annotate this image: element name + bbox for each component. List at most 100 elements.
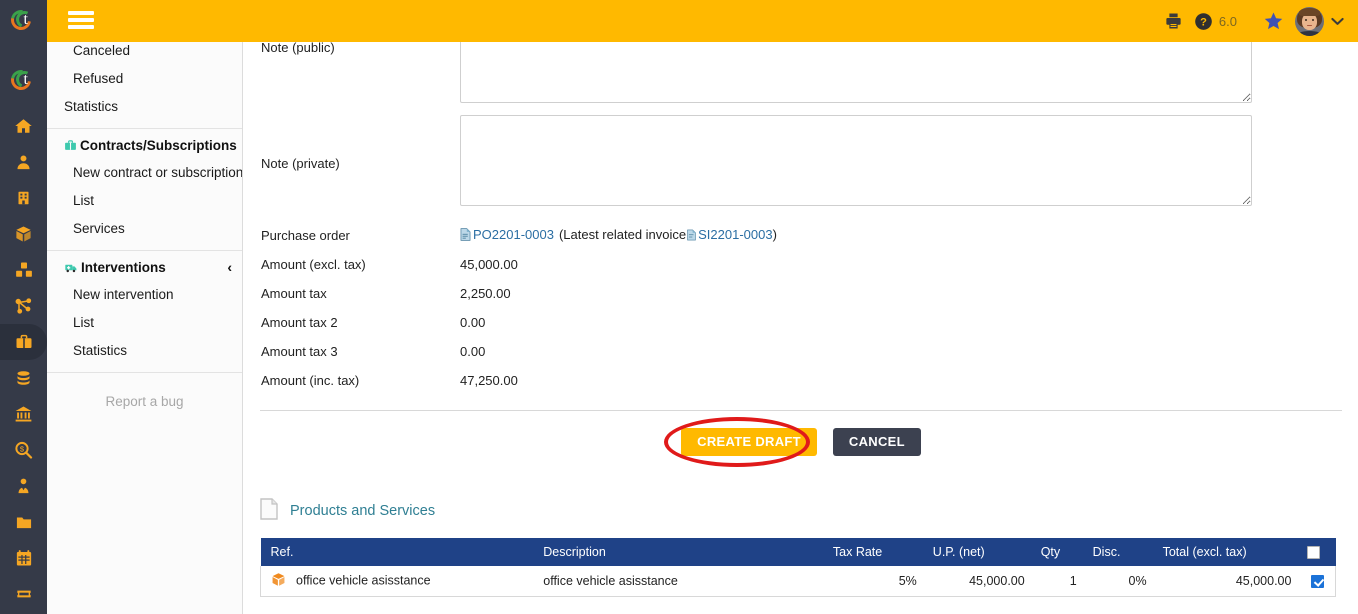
cell-tax-rate: 5% [824, 566, 925, 597]
note-public-value [460, 40, 1358, 106]
box-icon [16, 226, 31, 242]
cell-total-excl-tax: 45,000.00 [1154, 566, 1300, 597]
products-section-title[interactable]: Products and Services [290, 503, 435, 519]
folder-icon [16, 517, 31, 528]
note-public-row: Note (public) [244, 40, 1358, 106]
create-draft-button[interactable]: CREATE DRAFT [681, 428, 817, 456]
rail-item-home-icon[interactable] [0, 108, 47, 144]
amount-tax-value: 2,250.00 [460, 286, 511, 301]
document-icon-invoice [687, 229, 696, 244]
purchase-order-paren-open: (Latest related invoice [558, 227, 687, 242]
products-table-body: office vehicle asisstance office vehicle… [260, 566, 1336, 597]
rail-item-bank-icon[interactable] [0, 396, 47, 432]
cell-qty: 1 [1032, 566, 1085, 597]
help-icon[interactable]: ? [1191, 12, 1217, 31]
briefcase-icon [16, 334, 31, 348]
document-icon-section [260, 498, 278, 523]
sidebar-item-refused[interactable]: Refused [47, 65, 242, 93]
print-icon[interactable] [1157, 12, 1191, 30]
amount-excl-tax-row: Amount (excl. tax) 45,000.00 [244, 250, 1358, 279]
menu-toggle-button[interactable] [68, 9, 94, 31]
rail-item-briefcase-icon[interactable] [0, 324, 47, 360]
chevron-down-icon[interactable] [1331, 14, 1344, 29]
brand-logo-primary[interactable]: t [0, 0, 47, 40]
products-table: Ref. Description Tax Rate U.P. (net) Qty… [260, 538, 1336, 597]
sidebar-item-statistics[interactable]: Statistics [47, 93, 242, 121]
building-icon [18, 191, 29, 205]
amount-tax3-label: Amount tax 3 [261, 344, 338, 359]
col-tax-rate[interactable]: Tax Rate [824, 538, 925, 566]
note-private-input[interactable] [460, 115, 1252, 206]
sidebar-section-contracts-label: Contracts/Subscriptions [80, 137, 237, 153]
rail-item-money-stack-icon[interactable] [0, 360, 47, 396]
sidebar-item-new-intervention[interactable]: New intervention [47, 281, 242, 309]
cell-row-select [1299, 566, 1336, 597]
cell-unit-price: 45,000.00 [924, 566, 1033, 597]
chevron-left-icon[interactable]: ‹ [237, 137, 242, 153]
table-row[interactable]: office vehicle asisstance office vehicle… [260, 566, 1336, 597]
products-table-head: Ref. Description Tax Rate U.P. (net) Qty… [260, 538, 1336, 566]
rail-item-calendar-icon[interactable] [0, 540, 47, 576]
rail-item-box-icon[interactable] [0, 216, 47, 252]
svg-text:$: $ [20, 445, 25, 454]
chevron-left-icon-2[interactable]: ‹ [221, 259, 232, 275]
row-select-checkbox[interactable] [1310, 574, 1324, 588]
cell-description: office vehicle asisstance [535, 566, 825, 597]
interventions-icon [64, 261, 78, 274]
rail-item-project-share-icon[interactable] [0, 288, 47, 324]
sidebar-section-interventions[interactable]: Interventions ‹ [47, 251, 242, 281]
amount-excl-tax-label: Amount (excl. tax) [261, 257, 366, 272]
col-total-excl-tax[interactable]: Total (excl. tax) [1154, 538, 1300, 566]
products-section-header: Products and Services [244, 498, 1358, 523]
amount-tax2-label: Amount tax 2 [261, 315, 338, 330]
action-button-bar: CREATE DRAFT CANCEL [244, 417, 1358, 467]
rail-item-ticket-icon[interactable] [0, 576, 47, 612]
note-public-input[interactable] [460, 40, 1252, 103]
rail-item-money-search-icon[interactable]: $ [0, 432, 47, 468]
top-bar: ? 6.0 [47, 0, 1358, 42]
avatar[interactable] [1295, 6, 1324, 36]
invoice-ref-link[interactable]: SI2201-0003 [698, 227, 772, 242]
note-private-label: Note (private) [261, 156, 340, 171]
purchase-order-label: Purchase order [261, 228, 350, 243]
col-description[interactable]: Description [535, 538, 825, 566]
product-box-icon [271, 572, 286, 590]
col-select-all [1299, 538, 1336, 566]
col-qty[interactable]: Qty [1032, 538, 1085, 566]
amount-tax-label: Amount tax [261, 286, 327, 301]
note-private-row: Note (private) [244, 115, 1358, 209]
boxes-icon [15, 262, 32, 277]
money-search-icon: $ [15, 441, 33, 459]
col-discount[interactable]: Disc. [1084, 538, 1155, 566]
cell-ref: office vehicle asisstance [260, 566, 536, 597]
brand-logo-secondary[interactable]: t [0, 60, 47, 100]
rail-item-folder-icon[interactable] [0, 504, 47, 540]
sidebar-item-contracts-list[interactable]: List [47, 187, 242, 215]
col-unit-price[interactable]: U.P. (net) [924, 538, 1033, 566]
cancel-button[interactable]: CANCEL [832, 428, 921, 456]
rail-item-building-icon[interactable] [0, 180, 47, 216]
money-stack-icon [17, 371, 30, 385]
purchase-order-row: Purchase order PO2201-0003 (Latest relate… [244, 221, 1358, 250]
project-share-icon [15, 298, 32, 314]
sidebar-item-new-contract[interactable]: New contract or subscription [47, 159, 242, 187]
rail-item-boxes-icon[interactable] [0, 252, 47, 288]
rail-item-user-icon[interactable] [0, 144, 47, 180]
report-a-bug-link[interactable]: Report a bug [47, 373, 242, 409]
sidebar-item-interventions-list[interactable]: List [47, 309, 242, 337]
document-icon-po [460, 228, 471, 244]
amount-excl-tax-value: 45,000.00 [460, 257, 518, 272]
user-tie-icon [18, 478, 29, 494]
contracts-icon [64, 139, 77, 152]
rail-item-user-tie-icon[interactable] [0, 468, 47, 504]
select-all-checkbox[interactable] [1307, 546, 1321, 560]
sidebar-section-contracts[interactable]: Contracts/Subscriptions ‹ [47, 129, 242, 159]
purchase-order-ref-link[interactable]: PO2201-0003 [473, 227, 554, 242]
sidebar: Canceled Refused Statistics Contracts/Su… [47, 36, 243, 614]
col-ref[interactable]: Ref. [260, 538, 536, 566]
star-icon[interactable] [1255, 11, 1291, 31]
cell-ref-text[interactable]: office vehicle asisstance [296, 573, 431, 587]
amount-tax3-row: Amount tax 3 0.00 [244, 337, 1358, 366]
sidebar-item-interventions-statistics[interactable]: Statistics [47, 337, 242, 365]
sidebar-item-services[interactable]: Services [47, 215, 242, 243]
